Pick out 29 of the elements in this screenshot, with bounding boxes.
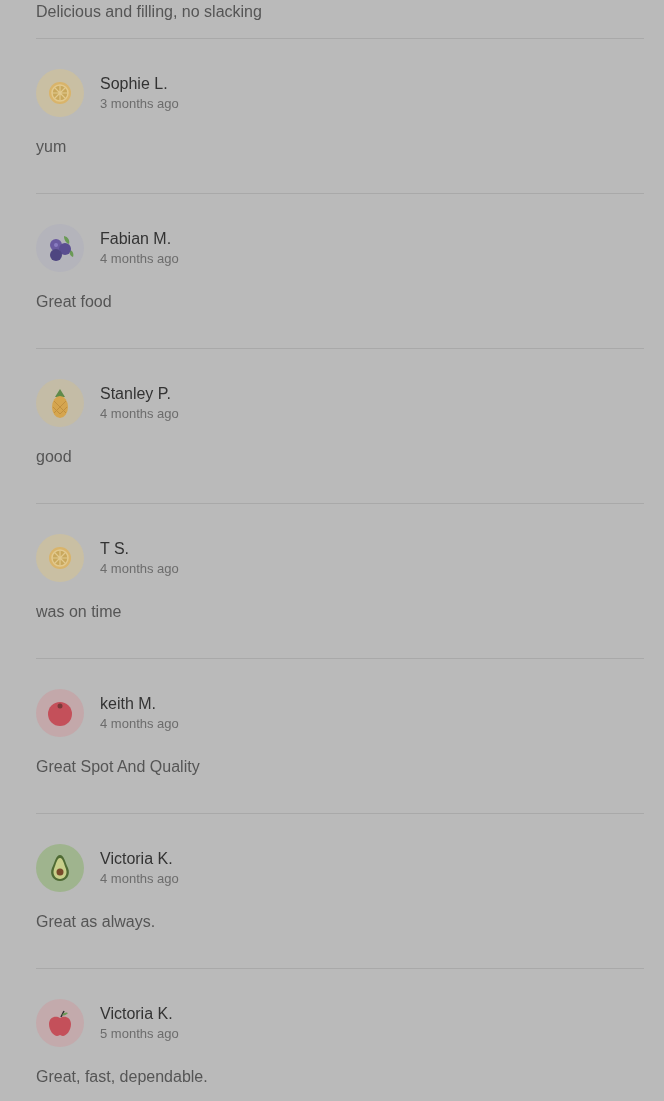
- apple-icon: [36, 999, 84, 1047]
- review-text: Delicious and filling, no slacking: [36, 0, 644, 39]
- avocado-icon: [36, 844, 84, 892]
- tomato-icon: [36, 689, 84, 737]
- review-date: 5 months ago: [100, 1025, 179, 1043]
- pineapple-icon: [36, 379, 84, 427]
- blueberry-icon: [36, 224, 84, 272]
- review-date: 4 months ago: [100, 250, 179, 268]
- reviewer-name: Victoria K.: [100, 849, 174, 869]
- lemon-icon: [36, 534, 84, 582]
- review-text: was on time: [36, 602, 123, 622]
- reviewer-name: Victoria K.: [100, 1004, 174, 1024]
- reviewer-name: keith M.: [100, 694, 157, 714]
- review-date: 3 months ago: [100, 95, 179, 113]
- reviewer-name: Stanley P.: [100, 384, 172, 404]
- review-text: good: [36, 447, 73, 467]
- review-text: Great as always.: [36, 912, 157, 932]
- review-date: 4 months ago: [100, 870, 179, 888]
- review-text: Great Spot And Quality: [36, 757, 201, 777]
- review-date: 4 months ago: [100, 405, 179, 423]
- review-text: Great, fast, dependable.: [36, 1067, 209, 1087]
- review-date: 4 months ago: [100, 715, 179, 733]
- review-text: yum: [36, 137, 68, 157]
- reviewer-name: Sophie L.: [100, 74, 169, 94]
- reviewer-name: T S.: [100, 539, 131, 559]
- reviewer-name: Fabian M.: [100, 229, 173, 249]
- review-date: 4 months ago: [100, 560, 179, 578]
- review-text: Great food: [36, 292, 113, 312]
- lemon-icon: [36, 69, 84, 117]
